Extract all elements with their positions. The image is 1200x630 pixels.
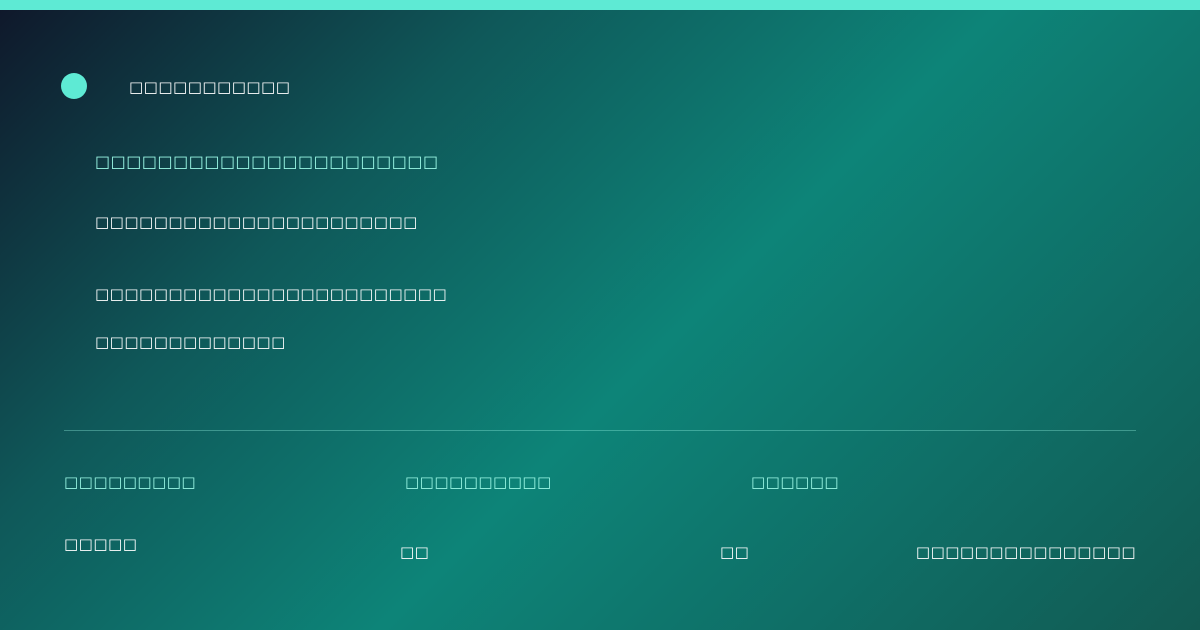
stat-label: □□□□□□	[751, 473, 840, 491]
section-divider	[64, 430, 1136, 431]
hero-description-line: □□□□□□□□□□□□□	[95, 333, 286, 351]
top-accent-bar	[0, 0, 1200, 10]
brand-name: □□□□□□□□□□□	[129, 78, 291, 96]
hero-eyebrow: □□□□□□□□□□□□□□□□□□□□□□	[95, 152, 439, 171]
footer-note: □□□□□□□□□□□□□□□	[915, 543, 1136, 561]
stat-label: □□□□□□□□□	[64, 473, 197, 491]
stat-value: □□	[400, 543, 430, 561]
stat-label: □□□□□□□□□□	[405, 473, 552, 491]
hero-description-line: □□□□□□□□□□□□□□□□□□□□□□□□	[95, 285, 448, 303]
hero-headline: □□□□□□□□□□□□□□□□□□□□□□	[95, 213, 418, 231]
stat-value: □□□□□	[64, 535, 138, 553]
stat-value: □□	[720, 543, 750, 561]
brand-dot-icon	[61, 73, 87, 99]
